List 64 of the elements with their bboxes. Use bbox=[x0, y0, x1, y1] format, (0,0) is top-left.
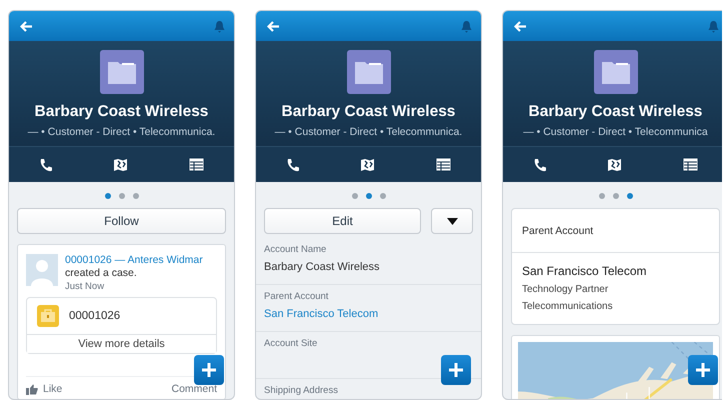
case-link[interactable]: 00001026 bbox=[65, 254, 112, 266]
field-label: Parent Account bbox=[264, 291, 330, 302]
phone-icon[interactable] bbox=[39, 158, 54, 172]
page-dot[interactable] bbox=[366, 193, 372, 199]
page-dot[interactable] bbox=[612, 193, 618, 199]
caret-icon bbox=[446, 218, 458, 224]
post-text: 00001026 — Anteres Widmar created a case. bbox=[65, 254, 204, 280]
case-number: 00001026 bbox=[69, 310, 120, 322]
edit-button[interactable]: Edit bbox=[264, 208, 421, 234]
field-value: Barbary Coast Wireless bbox=[264, 261, 381, 273]
field-label: Account Name bbox=[264, 244, 328, 255]
card-title: Parent Account bbox=[512, 209, 719, 253]
table-icon[interactable] bbox=[436, 158, 451, 171]
avatar-icon bbox=[26, 254, 58, 286]
view-details-button[interactable]: View more details bbox=[27, 334, 216, 354]
record-title: Barbary Coast Wireless bbox=[528, 103, 702, 121]
page-dot[interactable] bbox=[352, 193, 358, 199]
table-icon[interactable] bbox=[188, 158, 204, 171]
record-subtitle: — • Customer - Direct • Telecommunica bbox=[523, 126, 708, 138]
plus-icon bbox=[201, 362, 217, 378]
back-arrow-icon[interactable] bbox=[514, 20, 527, 32]
field-link[interactable]: San Francisco Telecom bbox=[264, 308, 473, 320]
map-icon[interactable] bbox=[113, 158, 128, 172]
user-link[interactable]: Anteres Widmar bbox=[127, 254, 203, 266]
phone-icon[interactable] bbox=[533, 158, 548, 172]
comment-button[interactable]: Comment bbox=[171, 383, 217, 396]
field-label: Account Site bbox=[264, 338, 318, 349]
record-title: Barbary Coast Wireless bbox=[34, 103, 208, 121]
thumbs-up-icon bbox=[26, 384, 38, 395]
table-icon[interactable] bbox=[682, 158, 698, 171]
plus-icon bbox=[448, 362, 464, 378]
record-subtitle: — • Customer - Direct • Telecommunica. bbox=[274, 126, 462, 138]
page-dot[interactable] bbox=[626, 193, 632, 199]
back-arrow-icon[interactable] bbox=[267, 20, 280, 32]
folder-icon bbox=[346, 50, 390, 94]
briefcase-icon bbox=[37, 305, 59, 328]
folder-icon bbox=[100, 50, 144, 94]
field-label: Shipping Address bbox=[264, 385, 339, 396]
follow-button[interactable]: Follow bbox=[17, 208, 226, 234]
record-subtitle: — • Customer - Direct • Telecommunica. bbox=[28, 126, 216, 138]
bell-icon[interactable] bbox=[214, 20, 225, 32]
bell-icon[interactable] bbox=[461, 20, 472, 32]
account-detail: Telecommunications bbox=[522, 301, 614, 312]
post-time: Just Now bbox=[65, 281, 106, 292]
page-dot[interactable] bbox=[380, 193, 386, 199]
account-name[interactable]: San Francisco Telecom bbox=[522, 264, 709, 278]
account-detail: Technology Partner bbox=[522, 284, 610, 295]
folder-icon bbox=[594, 50, 638, 94]
record-title: Barbary Coast Wireless bbox=[282, 103, 456, 121]
add-button[interactable] bbox=[688, 355, 718, 385]
add-button[interactable] bbox=[441, 355, 471, 385]
page-dot[interactable] bbox=[132, 193, 138, 199]
bell-icon[interactable] bbox=[708, 20, 719, 32]
page-dot[interactable] bbox=[598, 193, 604, 199]
phone-icon[interactable] bbox=[286, 158, 300, 172]
map-icon[interactable] bbox=[360, 158, 376, 172]
map-icon[interactable] bbox=[607, 158, 622, 172]
add-button[interactable] bbox=[194, 355, 224, 385]
plus-icon bbox=[695, 362, 711, 378]
dropdown-button[interactable] bbox=[431, 208, 473, 234]
page-dot[interactable] bbox=[104, 193, 110, 199]
back-arrow-icon[interactable] bbox=[20, 20, 33, 32]
page-dot[interactable] bbox=[118, 193, 124, 199]
like-button[interactable]: Like bbox=[26, 383, 62, 396]
